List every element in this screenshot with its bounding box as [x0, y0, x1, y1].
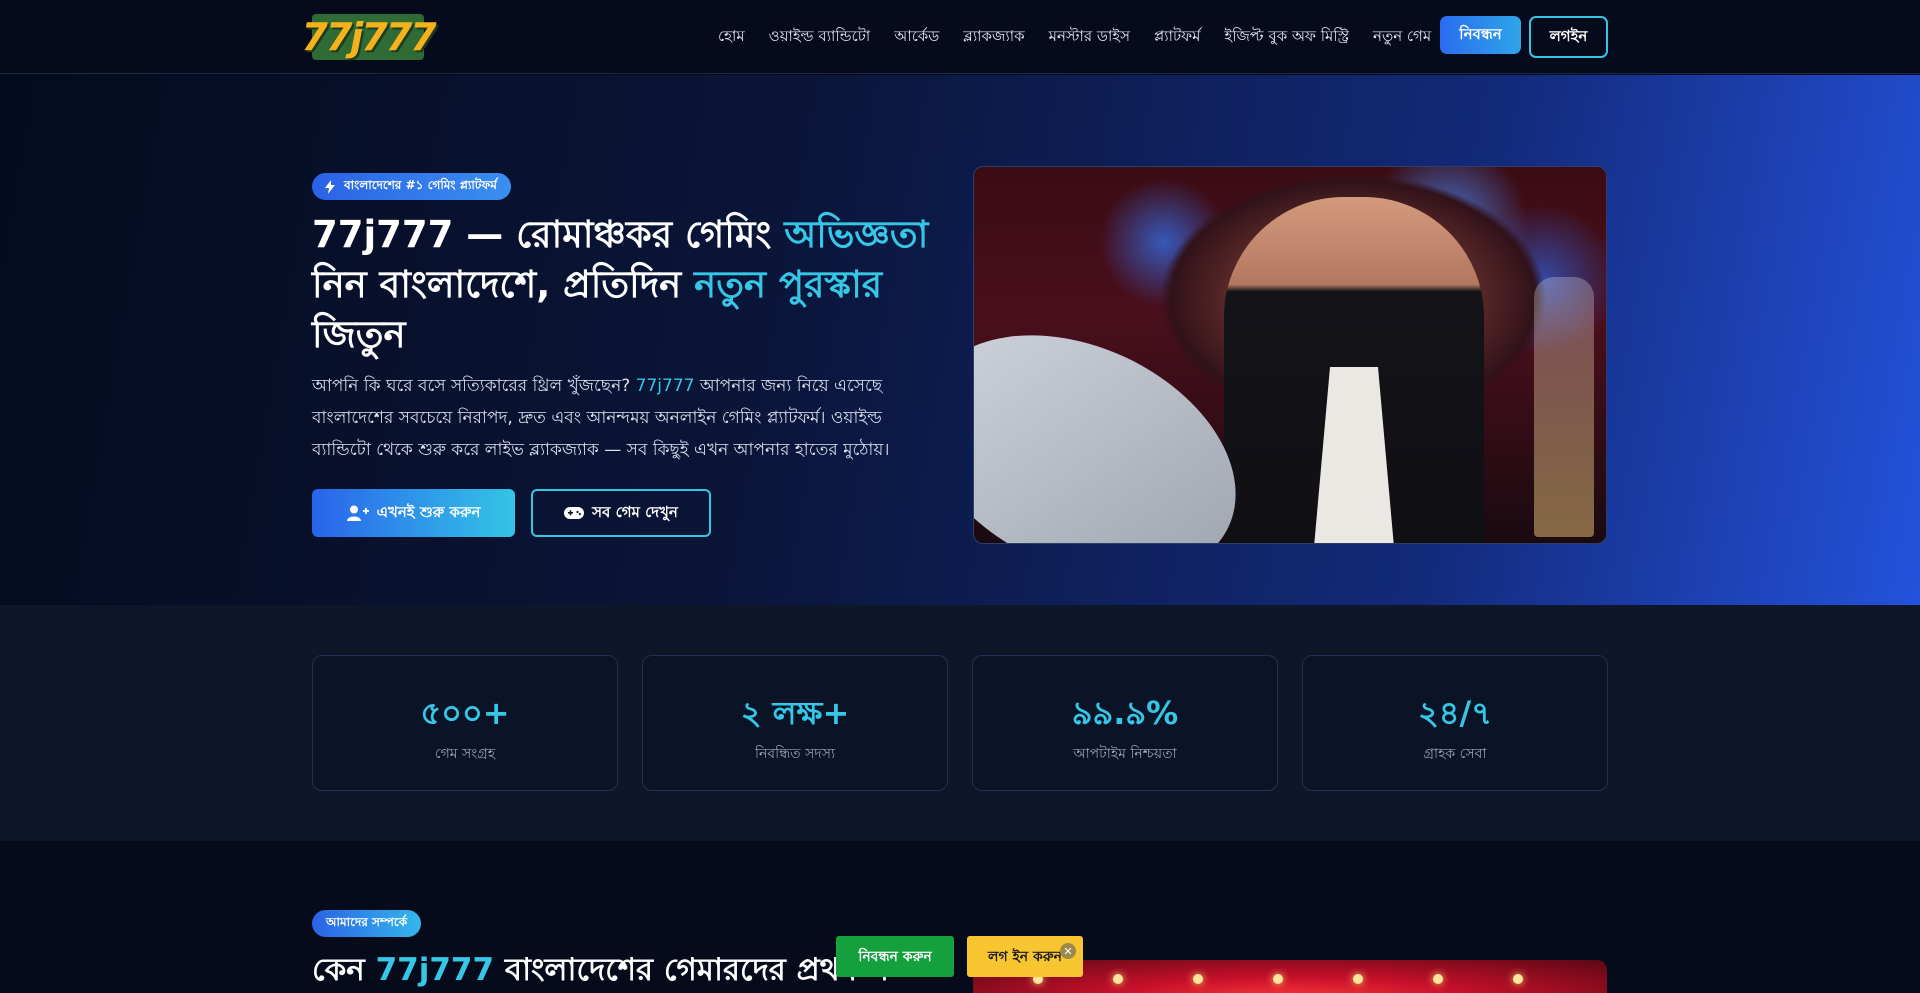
view-all-games-label: সব গেম দেখুন [592, 502, 678, 521]
sticky-close-icon[interactable]: ✕ [1060, 943, 1076, 959]
gamepad-icon [564, 507, 585, 519]
nav-item-arcade[interactable]: আর্কেড [894, 25, 939, 50]
light-bulb [1193, 974, 1203, 984]
user-plus-icon [346, 505, 369, 521]
stat-card-games: ৫০০+ গেম সংগ্রহ [312, 655, 618, 791]
hero-section [0, 75, 1920, 605]
light-bulb [1433, 974, 1443, 984]
hero-title-highlight2: নতুন পুরস্কার [694, 263, 883, 306]
stats-section: ৫০০+ গেম সংগ্রহ ২ লক্ষ+ নিবন্ধিত সদস্য ৯… [0, 605, 1920, 841]
hero-desc-highlight: 77j777 [635, 376, 695, 396]
light-bulb [1513, 974, 1523, 984]
about-title-part1: কেন [312, 952, 376, 988]
register-button[interactable]: নিবন্ধন [1440, 16, 1521, 54]
about-title: কেন 77j777 বাংলাদেশের গেমারদের প্রথম প [312, 946, 889, 993]
hero-title-part3: জিতুন [312, 313, 406, 356]
start-now-label: এখনই শুরু করুন [376, 502, 481, 521]
hero-badge: বাংলাদেশের #১ গেমিং প্ল্যাটফর্ম [312, 173, 511, 200]
hero-image [973, 166, 1607, 544]
nav-item-blackjack[interactable]: ব্ল্যাকজ্যাক [963, 25, 1024, 50]
about-badge: আমাদের সম্পর্কে [312, 910, 422, 937]
about-title-highlight: 77j777 [375, 952, 495, 988]
stat-value: ৫০০+ [420, 694, 510, 732]
stat-value: ৯৯.৯% [1071, 694, 1179, 732]
nav-item-platform[interactable]: প্ল্যাটফর্ম [1154, 25, 1200, 50]
stat-card-members: ২ লক্ষ+ নিবন্ধিত সদস্য [642, 655, 948, 791]
stat-card-support: ২৪/৭ গ্রাহক সেবা [1302, 655, 1608, 791]
stat-card-uptime: ৯৯.৯% আপটাইম নিশ্চয়তা [972, 655, 1278, 791]
stat-label: আপটাইম নিশ্চয়তা [1073, 746, 1177, 762]
light-bulb [1353, 974, 1363, 984]
stat-label: গ্রাহক সেবা [1423, 746, 1487, 762]
hero-title-part2: নিন বাংলাদেশে, প্রতিদিন [312, 263, 695, 306]
start-now-button[interactable]: এখনই শুরু করুন [312, 489, 515, 537]
view-all-games-button[interactable]: সব গেম দেখুন [531, 489, 711, 537]
logo-text: 77j777 [301, 15, 436, 59]
nav-item-home[interactable]: হোম [718, 25, 745, 50]
hero-title-part1: 77j777 — রোমাঞ্চকর গেমিং [312, 213, 785, 256]
site-header: 77j777 হোম ওয়াইল্ড ব্যান্ডিটো আর্কেড ব্… [0, 0, 1920, 74]
sticky-register-button[interactable]: নিবন্ধন করুন [836, 936, 954, 977]
nav-item-monster-dice[interactable]: মনস্টার ডাইস [1049, 25, 1130, 50]
hero-description: আপনি কি ঘরে বসে সত্যিকারের থ্রিল খুঁজছেন… [312, 370, 922, 466]
hero-badge-label: বাংলাদেশের #১ গেমিং প্ল্যাটফর্ম [344, 177, 497, 192]
nav-item-egypt-book[interactable]: ইজিপ্ট বুক অফ মিস্ট্রি [1224, 25, 1349, 50]
stat-label: নিবন্ধিত সদস্য [754, 746, 836, 762]
hero-title-highlight1: অভিজ্ঞতা [784, 213, 929, 256]
photo-wine-glass [1534, 277, 1594, 537]
light-bulb [1113, 974, 1123, 984]
stat-value: ২৪/৭ [1417, 694, 1493, 732]
hero-desc-part1: আপনি কি ঘরে বসে সত্যিকারের থ্রিল খুঁজছেন… [312, 376, 636, 396]
about-title-part2: বাংলাদেশের গেমারদের প্রথম প [494, 952, 889, 988]
nav-item-new-games[interactable]: নতুন গেম [1373, 25, 1431, 50]
hero-title: 77j777 — রোমাঞ্চকর গেমিং অভিজ্ঞতা নিন বা… [312, 210, 932, 360]
light-bulb [1273, 974, 1283, 984]
main-nav: হোম ওয়াইল্ড ব্যান্ডিটো আর্কেড ব্ল্যাকজ্… [718, 0, 1455, 74]
site-logo[interactable]: 77j777 [301, 14, 437, 60]
stat-value: ২ লক্ষ+ [740, 694, 850, 732]
nav-item-wild-bandito[interactable]: ওয়াইল্ড ব্যান্ডিটো [769, 25, 871, 50]
login-button[interactable]: লগইন [1529, 16, 1608, 58]
stat-label: গেম সংগ্রহ [434, 746, 496, 762]
about-section [0, 841, 1920, 993]
lightning-icon [325, 179, 335, 194]
